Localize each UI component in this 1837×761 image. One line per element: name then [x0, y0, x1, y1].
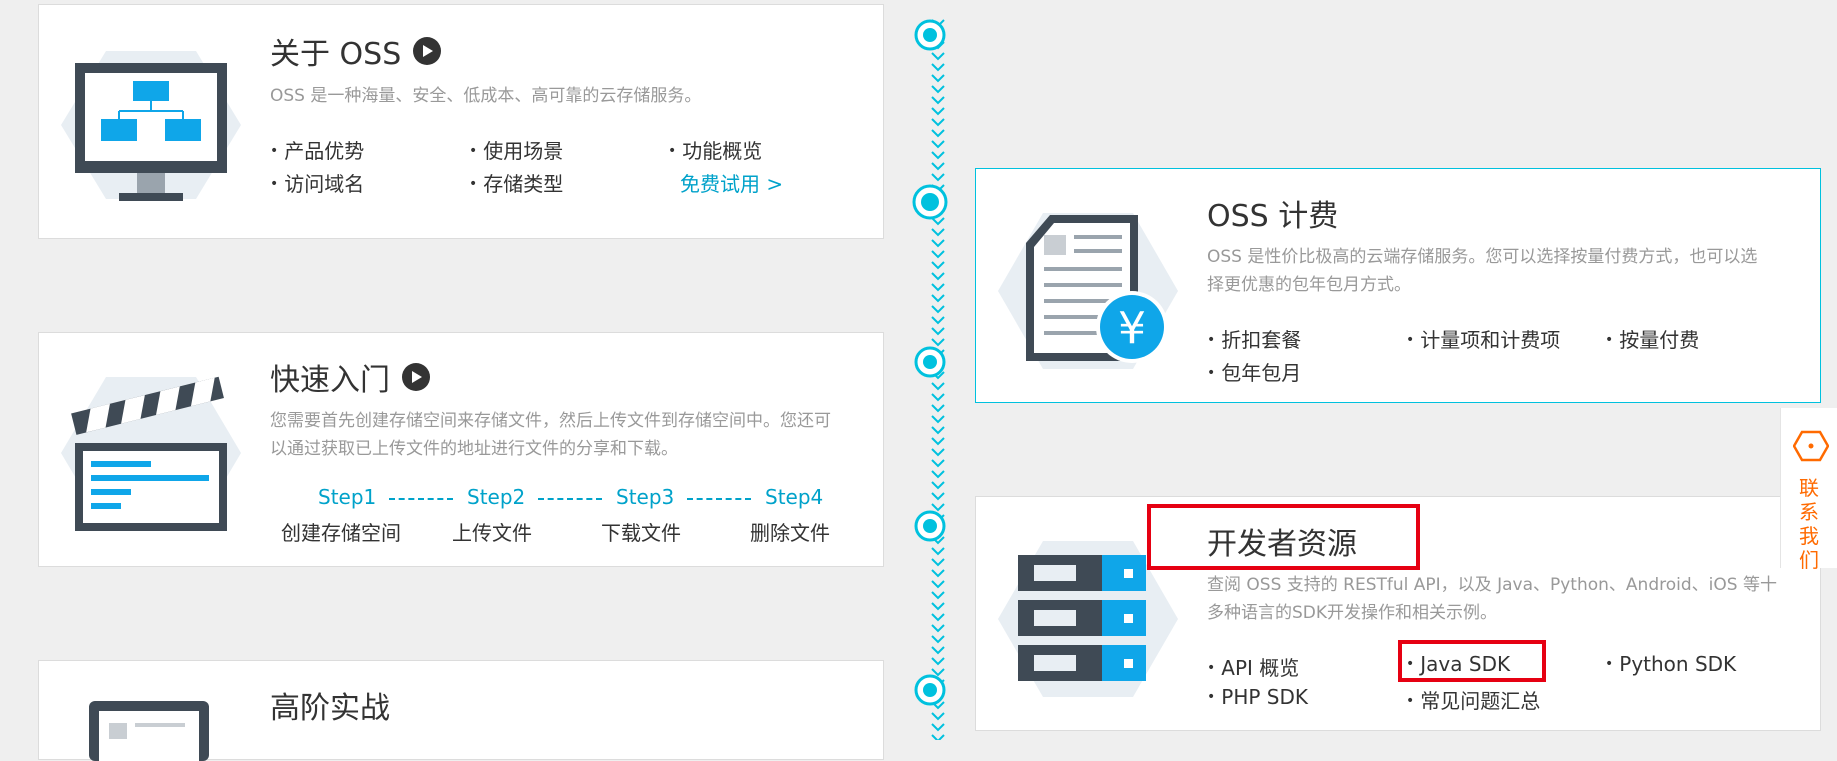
link-subscription[interactable]: • 包年包月 — [1207, 357, 1301, 386]
play-icon[interactable] — [413, 37, 442, 65]
step-2-desc[interactable]: 上传文件 — [452, 517, 532, 546]
step-3-desc[interactable]: 下载文件 — [601, 517, 681, 546]
step-connector — [538, 498, 602, 500]
step-connector — [389, 498, 453, 500]
hexagon-chat-icon — [1793, 430, 1829, 462]
card-billing: ¥ OSS 计费 OSS 是性价比极高的云端存储服务。您可以选择按量付费方式，也… — [975, 168, 1821, 403]
card-quickstart: 快速入门 您需要首先创建存储空间来存储文件，然后上传文件到存储空间中。您还可 以… — [38, 332, 884, 567]
card-description: 您需要首先创建存储空间来存储文件，然后上传文件到存储空间中。您还可 以通过获取已… — [270, 411, 831, 459]
link-use-cases[interactable]: • 使用场景 — [469, 135, 563, 164]
highlight-java-sdk-box — [1398, 640, 1546, 682]
invoice-yuan-icon: ¥ — [998, 213, 1178, 369]
card-title[interactable]: 关于 OSS — [270, 29, 401, 73]
play-icon[interactable] — [402, 363, 430, 391]
timeline-node-about — [914, 19, 946, 51]
card-description: OSS 是一种海量、安全、低成本、高可靠的云存储服务。 — [270, 86, 702, 106]
highlight-title-box — [1147, 504, 1420, 570]
link-endpoints[interactable]: • 访问域名 — [270, 168, 364, 197]
card-advanced: 高阶实战 — [38, 660, 884, 761]
step-1-desc[interactable]: 创建存储空间 — [281, 517, 401, 546]
link-python-sdk[interactable]: • Python SDK — [1605, 652, 1736, 676]
timeline-node-developer — [914, 510, 946, 542]
monitor-sitemap-icon — [61, 51, 241, 201]
link-faq[interactable]: • 常见问题汇总 — [1406, 685, 1540, 714]
card-title[interactable]: OSS 计费 — [1207, 191, 1338, 235]
link-discount-packages[interactable]: • 折扣套餐 — [1207, 324, 1301, 353]
contact-us-tab[interactable]: 联系我们 — [1780, 408, 1837, 572]
link-product-advantages[interactable]: • 产品优势 — [270, 135, 364, 164]
step-4-label[interactable]: Step4 — [765, 485, 823, 509]
link-api-overview[interactable]: • API 概览 — [1207, 652, 1299, 681]
link-billing-items[interactable]: • 计量项和计费项 — [1406, 324, 1560, 353]
link-php-sdk[interactable]: • PHP SDK — [1207, 685, 1308, 709]
timeline-node-advanced — [914, 674, 946, 706]
step-3-label[interactable]: Step3 — [616, 485, 674, 509]
step-2-label[interactable]: Step2 — [467, 485, 525, 509]
timeline-line — [931, 19, 945, 740]
card-about-oss: 关于 OSS OSS 是一种海量、安全、低成本、高可靠的云存储服务。 • 产品优势… — [38, 4, 884, 239]
contact-us-label[interactable]: 联系我们 — [1799, 476, 1821, 572]
clapperboard-icon — [61, 376, 241, 531]
step-1-label[interactable]: Step1 — [318, 485, 376, 509]
card-title[interactable]: 快速入门 — [270, 355, 390, 399]
free-trial-link[interactable]: 免费试用 > — [680, 168, 783, 197]
card-description: OSS 是性价比极高的云端存储服务。您可以选择按量付费方式，也可以选 择更优惠的… — [1207, 247, 1758, 295]
card-description: 查阅 OSS 支持的 RESTful API，以及 Java、Python、An… — [1207, 575, 1777, 623]
document-monitor-icon — [89, 701, 209, 761]
step-4-desc[interactable]: 删除文件 — [750, 517, 830, 546]
link-pay-as-you-go[interactable]: • 按量付费 — [1605, 324, 1699, 353]
card-title[interactable]: 高阶实战 — [270, 683, 390, 727]
timeline-node-billing — [912, 184, 948, 220]
link-storage-types[interactable]: • 存储类型 — [469, 168, 563, 197]
timeline-node-quickstart — [914, 346, 946, 378]
step-connector — [687, 498, 751, 500]
svg-text:¥: ¥ — [1118, 303, 1146, 354]
link-features[interactable]: • 功能概览 — [668, 135, 762, 164]
